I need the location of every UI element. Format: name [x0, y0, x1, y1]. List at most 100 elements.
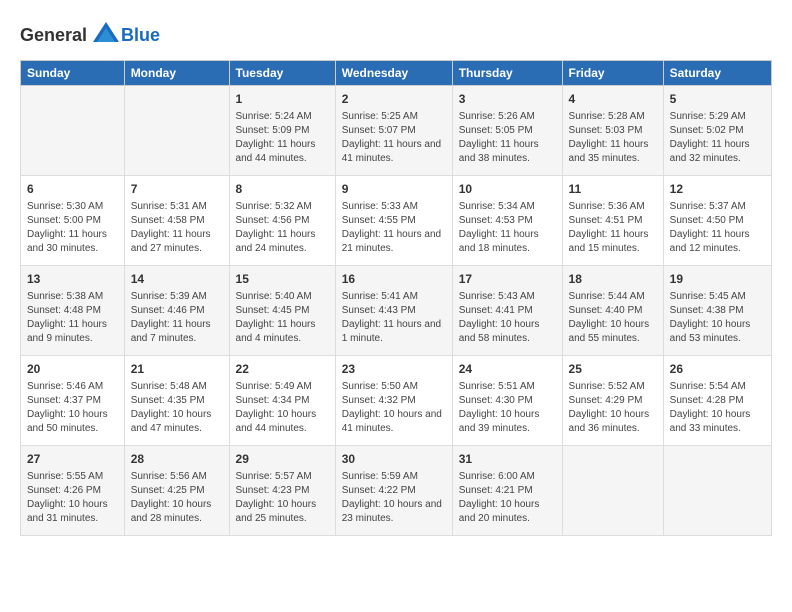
calendar-week-row: 6 Sunrise: 5:30 AM Sunset: 5:00 PM Daylig… [21, 176, 772, 266]
calendar-cell: 26 Sunrise: 5:54 AM Sunset: 4:28 PM Dayli… [663, 356, 771, 446]
column-header-wednesday: Wednesday [335, 61, 452, 86]
column-header-sunday: Sunday [21, 61, 125, 86]
column-header-thursday: Thursday [452, 61, 562, 86]
day-number: 12 [670, 181, 765, 198]
day-number: 30 [342, 451, 446, 468]
calendar-cell: 24Sunrise: 5:51 AM Sunset: 4:30 PM Dayli… [452, 356, 562, 446]
calendar-cell: 12 Sunrise: 5:37 AM Sunset: 4:50 PM Dayli… [663, 176, 771, 266]
calendar-table: SundayMondayTuesdayWednesdayThursdayFrid… [20, 60, 772, 536]
day-number: 4 [569, 91, 657, 108]
day-number: 2 [342, 91, 446, 108]
calendar-cell [124, 86, 229, 176]
day-info: Sunrise: 5:51 AM Sunset: 4:30 PM Dayligh… [459, 380, 556, 436]
calendar-cell: 29 Sunrise: 5:57 AM Sunset: 4:23 PM Dayli… [229, 446, 335, 536]
day-number: 19 [670, 271, 765, 288]
day-info: Sunrise: 5:39 AM Sunset: 4:46 PM Dayligh… [131, 290, 223, 346]
day-number: 21 [131, 361, 223, 378]
day-number: 31 [459, 451, 556, 468]
day-info: Sunrise: 5:59 AM Sunset: 4:22 PM Dayligh… [342, 470, 446, 526]
day-number: 5 [670, 91, 765, 108]
day-info: Sunrise: 5:57 AM Sunset: 4:23 PM Dayligh… [236, 470, 329, 526]
calendar-cell: 2 Sunrise: 5:25 AM Sunset: 5:07 PM Daylig… [335, 86, 452, 176]
calendar-cell: 27Sunrise: 5:55 AM Sunset: 4:26 PM Dayli… [21, 446, 125, 536]
day-info: Sunrise: 5:33 AM Sunset: 4:55 PM Dayligh… [342, 200, 446, 256]
calendar-cell: 17 Sunrise: 5:43 AM Sunset: 4:41 PM Dayli… [452, 266, 562, 356]
calendar-week-row: 1 Sunrise: 5:24 AM Sunset: 5:09 PM Daylig… [21, 86, 772, 176]
calendar-cell [21, 86, 125, 176]
day-number: 28 [131, 451, 223, 468]
day-info: Sunrise: 5:24 AM Sunset: 5:09 PM Dayligh… [236, 110, 329, 166]
day-info: Sunrise: 5:25 AM Sunset: 5:07 PM Dayligh… [342, 110, 446, 166]
day-number: 26 [670, 361, 765, 378]
day-number: 3 [459, 91, 556, 108]
day-info: Sunrise: 5:34 AM Sunset: 4:53 PM Dayligh… [459, 200, 556, 256]
calendar-cell: 10 Sunrise: 5:34 AM Sunset: 4:53 PM Dayli… [452, 176, 562, 266]
calendar-cell: 31 Sunrise: 6:00 AM Sunset: 4:21 PM Dayli… [452, 446, 562, 536]
day-info: Sunrise: 5:30 AM Sunset: 5:00 PM Dayligh… [27, 200, 118, 256]
calendar-cell: 25 Sunrise: 5:52 AM Sunset: 4:29 PM Dayli… [562, 356, 663, 446]
logo-blue-text: Blue [121, 25, 160, 46]
calendar-cell: 28 Sunrise: 5:56 AM Sunset: 4:25 PM Dayli… [124, 446, 229, 536]
day-number: 20 [27, 361, 118, 378]
day-info: Sunrise: 5:41 AM Sunset: 4:43 PM Dayligh… [342, 290, 446, 346]
day-info: Sunrise: 5:37 AM Sunset: 4:50 PM Dayligh… [670, 200, 765, 256]
calendar-header-row: SundayMondayTuesdayWednesdayThursdayFrid… [21, 61, 772, 86]
day-number: 8 [236, 181, 329, 198]
day-info: Sunrise: 5:28 AM Sunset: 5:03 PM Dayligh… [569, 110, 657, 166]
day-info: Sunrise: 5:44 AM Sunset: 4:40 PM Dayligh… [569, 290, 657, 346]
day-number: 29 [236, 451, 329, 468]
day-info: Sunrise: 5:56 AM Sunset: 4:25 PM Dayligh… [131, 470, 223, 526]
calendar-cell: 1 Sunrise: 5:24 AM Sunset: 5:09 PM Daylig… [229, 86, 335, 176]
day-number: 14 [131, 271, 223, 288]
day-number: 10 [459, 181, 556, 198]
calendar-cell: 23 Sunrise: 5:50 AM Sunset: 4:32 PM Dayli… [335, 356, 452, 446]
day-info: Sunrise: 5:48 AM Sunset: 4:35 PM Dayligh… [131, 380, 223, 436]
day-info: Sunrise: 5:31 AM Sunset: 4:58 PM Dayligh… [131, 200, 223, 256]
day-number: 13 [27, 271, 118, 288]
calendar-cell: 19 Sunrise: 5:45 AM Sunset: 4:38 PM Dayli… [663, 266, 771, 356]
calendar-week-row: 20 Sunrise: 5:46 AM Sunset: 4:37 PM Dayli… [21, 356, 772, 446]
day-info: Sunrise: 5:54 AM Sunset: 4:28 PM Dayligh… [670, 380, 765, 436]
day-number: 17 [459, 271, 556, 288]
calendar-cell [663, 446, 771, 536]
column-header-friday: Friday [562, 61, 663, 86]
calendar-week-row: 13 Sunrise: 5:38 AM Sunset: 4:48 PM Dayli… [21, 266, 772, 356]
day-info: Sunrise: 5:45 AM Sunset: 4:38 PM Dayligh… [670, 290, 765, 346]
column-header-saturday: Saturday [663, 61, 771, 86]
logo: General Blue [20, 20, 160, 50]
day-number: 18 [569, 271, 657, 288]
day-info: Sunrise: 5:26 AM Sunset: 5:05 PM Dayligh… [459, 110, 556, 166]
day-info: Sunrise: 5:46 AM Sunset: 4:37 PM Dayligh… [27, 380, 118, 436]
calendar-week-row: 27Sunrise: 5:55 AM Sunset: 4:26 PM Dayli… [21, 446, 772, 536]
page-header: General Blue [20, 20, 772, 50]
calendar-cell: 14 Sunrise: 5:39 AM Sunset: 4:46 PM Dayli… [124, 266, 229, 356]
day-info: Sunrise: 5:38 AM Sunset: 4:48 PM Dayligh… [27, 290, 118, 346]
calendar-cell: 4 Sunrise: 5:28 AM Sunset: 5:03 PM Daylig… [562, 86, 663, 176]
day-info: Sunrise: 5:43 AM Sunset: 4:41 PM Dayligh… [459, 290, 556, 346]
day-info: Sunrise: 5:49 AM Sunset: 4:34 PM Dayligh… [236, 380, 329, 436]
day-info: Sunrise: 5:32 AM Sunset: 4:56 PM Dayligh… [236, 200, 329, 256]
day-info: Sunrise: 5:52 AM Sunset: 4:29 PM Dayligh… [569, 380, 657, 436]
day-info: Sunrise: 5:50 AM Sunset: 4:32 PM Dayligh… [342, 380, 446, 436]
day-number: 11 [569, 181, 657, 198]
calendar-cell: 7Sunrise: 5:31 AM Sunset: 4:58 PM Daylig… [124, 176, 229, 266]
logo-icon [91, 20, 121, 50]
day-number: 6 [27, 181, 118, 198]
day-info: Sunrise: 5:40 AM Sunset: 4:45 PM Dayligh… [236, 290, 329, 346]
calendar-cell: 9Sunrise: 5:33 AM Sunset: 4:55 PM Daylig… [335, 176, 452, 266]
day-number: 16 [342, 271, 446, 288]
calendar-cell: 15Sunrise: 5:40 AM Sunset: 4:45 PM Dayli… [229, 266, 335, 356]
calendar-cell: 6 Sunrise: 5:30 AM Sunset: 5:00 PM Daylig… [21, 176, 125, 266]
column-header-monday: Monday [124, 61, 229, 86]
day-number: 23 [342, 361, 446, 378]
calendar-cell: 22 Sunrise: 5:49 AM Sunset: 4:34 PM Dayli… [229, 356, 335, 446]
calendar-cell: 21 Sunrise: 5:48 AM Sunset: 4:35 PM Dayli… [124, 356, 229, 446]
day-number: 1 [236, 91, 329, 108]
calendar-cell: 3 Sunrise: 5:26 AM Sunset: 5:05 PM Daylig… [452, 86, 562, 176]
calendar-cell [562, 446, 663, 536]
day-number: 22 [236, 361, 329, 378]
day-number: 25 [569, 361, 657, 378]
calendar-cell: 13 Sunrise: 5:38 AM Sunset: 4:48 PM Dayli… [21, 266, 125, 356]
day-info: Sunrise: 6:00 AM Sunset: 4:21 PM Dayligh… [459, 470, 556, 526]
calendar-cell: 5Sunrise: 5:29 AM Sunset: 5:02 PM Daylig… [663, 86, 771, 176]
